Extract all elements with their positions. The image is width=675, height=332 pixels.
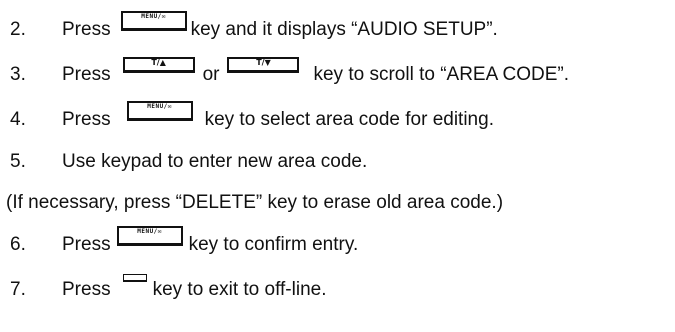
step-number: 4.: [10, 109, 26, 130]
step-text: key to exit to off-line.: [152, 279, 327, 300]
step-press-text: Press: [62, 19, 111, 40]
step-text: key to scroll to “AREA CODE”.: [313, 64, 569, 85]
step-3: 3. Press or key to scroll to “AREA CODE”…: [0, 55, 569, 95]
step-number: 7.: [10, 279, 26, 300]
menu-key-icon: [116, 226, 183, 246]
step-number: 3.: [10, 64, 26, 85]
step-4: 4. Press key to select area code for edi…: [0, 100, 494, 140]
menu-key-icon: [120, 11, 187, 31]
step-press-text: Press: [62, 109, 111, 130]
step-5: 5. Use keypad to enter new area code.: [0, 142, 367, 182]
step-or-text: or: [202, 64, 220, 85]
step-press-text: Press: [62, 279, 111, 300]
tuning-down-key-icon: [227, 57, 300, 73]
end-key-icon: [122, 274, 147, 282]
step-text: Use keypad to enter new area code.: [62, 151, 368, 172]
step-number: 5.: [10, 151, 26, 172]
step-2: 2. Press key and it displays “AUDIO SETU…: [0, 10, 498, 50]
step-number: 6.: [10, 234, 26, 255]
note-text: (If necessary, press “DELETE” key to era…: [6, 192, 504, 213]
tuning-up-key-icon: [122, 57, 195, 73]
step-7: 7. Press key to exit to off-line.: [0, 270, 326, 310]
step-press-text: Press: [62, 234, 111, 255]
step-number: 2.: [10, 19, 26, 40]
step-6: 6. Press key to confirm entry.: [0, 225, 358, 265]
step-press-text: Press: [62, 64, 111, 85]
step-text: key and it displays “AUDIO SETUP”.: [190, 19, 498, 40]
step-text: key to select area code for editing.: [204, 109, 494, 130]
menu-key-icon: [126, 101, 193, 121]
step-text: key to confirm entry.: [188, 234, 359, 255]
